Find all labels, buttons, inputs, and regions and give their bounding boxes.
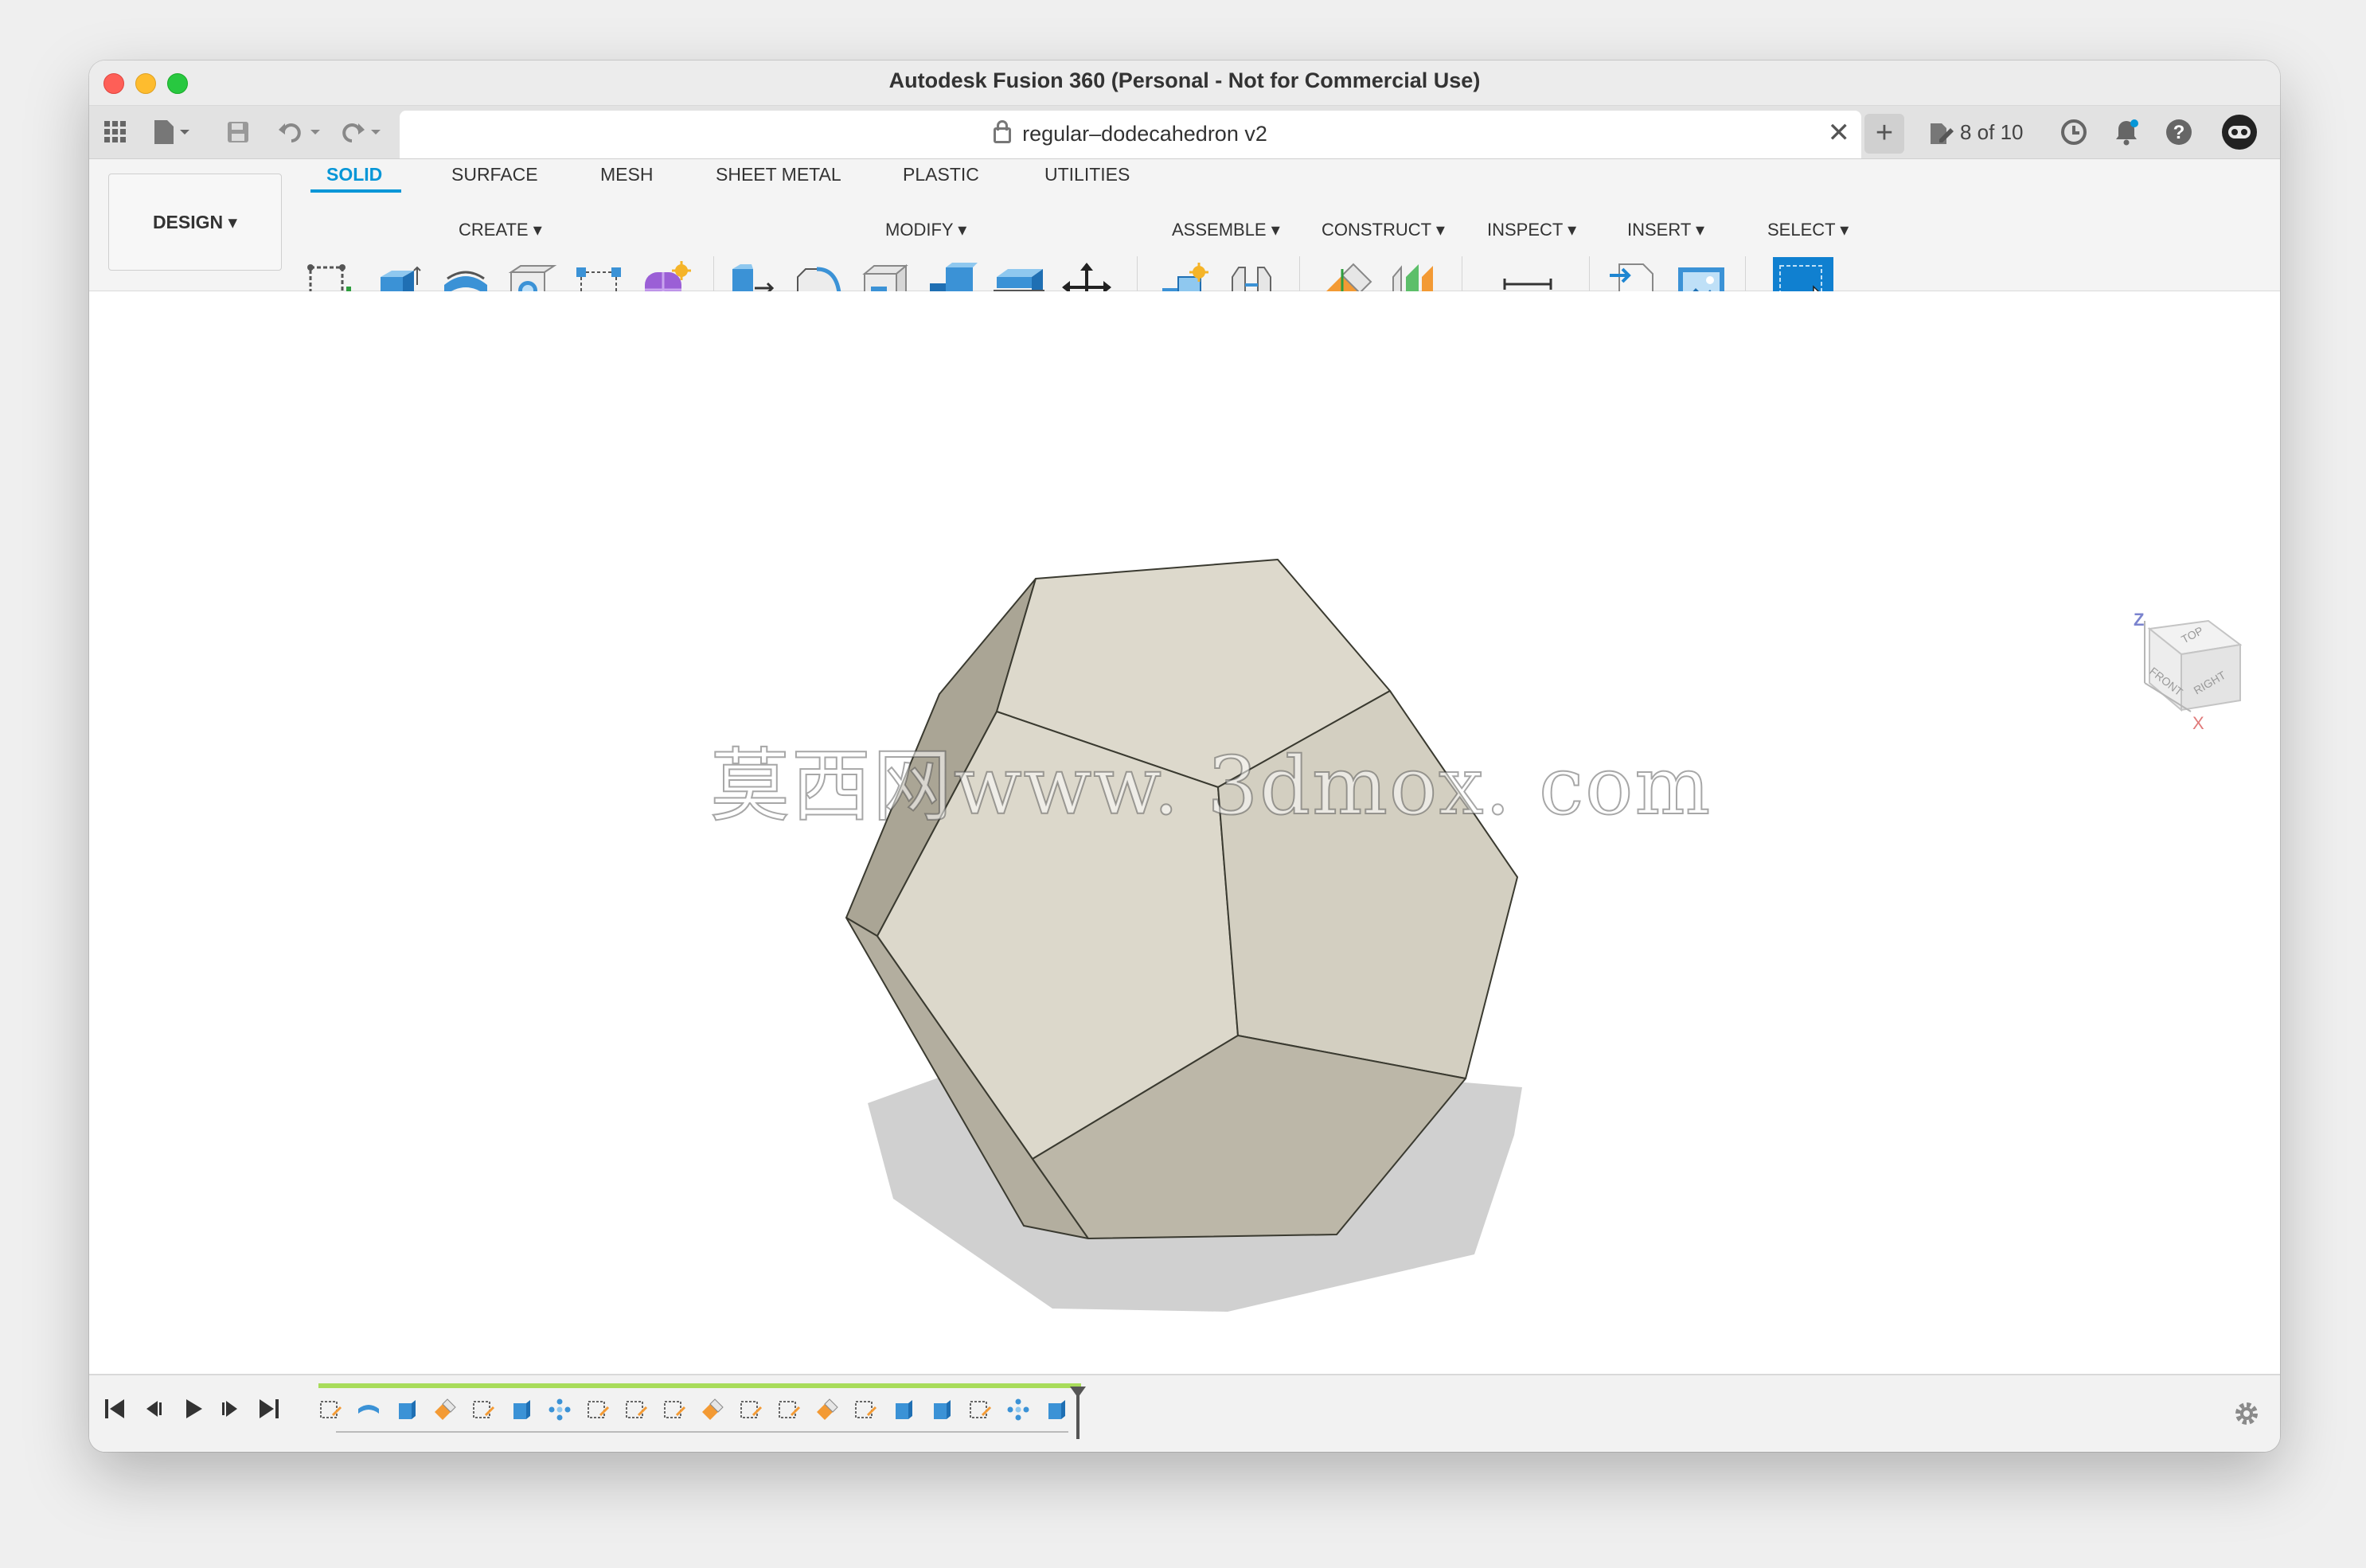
timeline-feature-extrude[interactable] (892, 1398, 916, 1422)
data-panel-grid-icon[interactable] (100, 117, 131, 147)
title-bar: Autodesk Fusion 360 (Personal - Not for … (89, 60, 2280, 106)
create-group-label[interactable]: CREATE ▾ (459, 220, 542, 240)
insert-group-label[interactable]: INSERT ▾ (1627, 220, 1704, 240)
timeline-feature-sketch[interactable] (739, 1398, 763, 1422)
user-avatar-icon[interactable] (2221, 114, 2258, 150)
timeline-feature-extrude[interactable] (1044, 1398, 1068, 1422)
document-tab[interactable]: regular–dodecahedron v2 ✕ (400, 111, 1861, 158)
timeline-feature-pattern[interactable] (1006, 1398, 1030, 1422)
inspect-group-label[interactable]: INSPECT ▾ (1487, 220, 1576, 240)
help-icon[interactable]: ? (2164, 117, 2194, 147)
timeline-feature-sketch[interactable] (853, 1398, 877, 1422)
timeline-position-marker[interactable] (1070, 1387, 1086, 1439)
version-history-icon (1931, 123, 1954, 145)
step-back-icon[interactable] (137, 1393, 169, 1425)
timeline-feature-sketch[interactable] (662, 1398, 686, 1422)
versions-indicator[interactable]: 8 of 10 (1928, 120, 2024, 146)
timeline-feature-sketch[interactable] (586, 1398, 610, 1422)
undo-icon[interactable] (277, 117, 325, 147)
document-tab-title: regular–dodecahedron v2 (1022, 122, 1267, 146)
new-tab-button[interactable]: + (1864, 114, 1904, 154)
tab-surface[interactable]: SURFACE (451, 164, 538, 185)
go-to-start-icon[interactable] (99, 1393, 131, 1425)
timeline-feature-pattern[interactable] (548, 1398, 572, 1422)
notifications-icon[interactable] (2111, 117, 2142, 147)
active-tab-indicator (310, 189, 401, 193)
close-tab-icon[interactable]: ✕ (1828, 117, 1851, 149)
window-title: Autodesk Fusion 360 (Personal - Not for … (888, 68, 1481, 92)
timeline-feature-extrude[interactable] (510, 1398, 533, 1422)
timeline-ruler (336, 1431, 1068, 1433)
redo-icon[interactable] (338, 117, 385, 147)
tab-mesh[interactable]: MESH (600, 164, 653, 185)
timeline-progress-bar (318, 1383, 1081, 1388)
timeline-feature-extrude[interactable] (395, 1398, 419, 1422)
app-window: Autodesk Fusion 360 (Personal - Not for … (89, 60, 2280, 1452)
axis-z-label: Z (2134, 610, 2144, 630)
go-to-end-icon[interactable] (253, 1393, 285, 1425)
timeline-settings-gear-icon[interactable] (2232, 1399, 2261, 1435)
tab-sheet-metal[interactable]: SHEET METAL (716, 164, 841, 185)
select-group-label[interactable]: SELECT ▾ (1767, 220, 1849, 240)
save-icon[interactable] (223, 117, 253, 147)
job-status-icon[interactable] (2059, 117, 2089, 147)
construct-group-label[interactable]: CONSTRUCT ▾ (1322, 220, 1445, 240)
tab-utilities[interactable]: UTILITIES (1044, 164, 1130, 185)
tab-plastic[interactable]: PLASTIC (903, 164, 979, 185)
timeline-feature-revolve[interactable] (357, 1398, 381, 1422)
modify-group-label[interactable]: MODIFY ▾ (885, 220, 966, 240)
play-icon[interactable] (177, 1393, 209, 1425)
timeline (89, 1374, 2280, 1452)
tab-bar: regular–dodecahedron v2 ✕ + 8 of 10 ? (89, 106, 2280, 159)
tab-solid[interactable]: SOLID (326, 164, 382, 185)
assemble-group-label[interactable]: ASSEMBLE ▾ (1172, 220, 1280, 240)
timeline-feature-sketch[interactable] (318, 1398, 342, 1422)
timeline-feature-sketch[interactable] (471, 1398, 495, 1422)
step-forward-icon[interactable] (215, 1393, 247, 1425)
file-menu-icon[interactable] (151, 117, 196, 147)
3d-viewport[interactable]: 莫西网www. 3dmox. com TOP FRONT RIGHT Z X (89, 291, 2280, 1356)
versions-count: 8 of 10 (1960, 120, 2024, 144)
timeline-feature-plane[interactable] (815, 1398, 839, 1422)
axis-x-label: X (2192, 713, 2204, 733)
timeline-feature-sketch[interactable] (624, 1398, 648, 1422)
timeline-feature-extrude[interactable] (930, 1398, 954, 1422)
timeline-feature-sketch[interactable] (968, 1398, 992, 1422)
lock-icon (994, 120, 1012, 143)
watermark-text: 莫西网www. 3dmox. com (709, 739, 1712, 833)
timeline-feature-plane[interactable] (701, 1398, 724, 1422)
timeline-feature-plane[interactable] (433, 1398, 457, 1422)
timeline-feature-sketch[interactable] (777, 1398, 801, 1422)
svg-text:?: ? (2173, 122, 2185, 143)
viewcube[interactable]: TOP FRONT RIGHT Z X (2111, 610, 2255, 785)
workspace-switcher[interactable]: DESIGN ▾ (108, 174, 282, 271)
